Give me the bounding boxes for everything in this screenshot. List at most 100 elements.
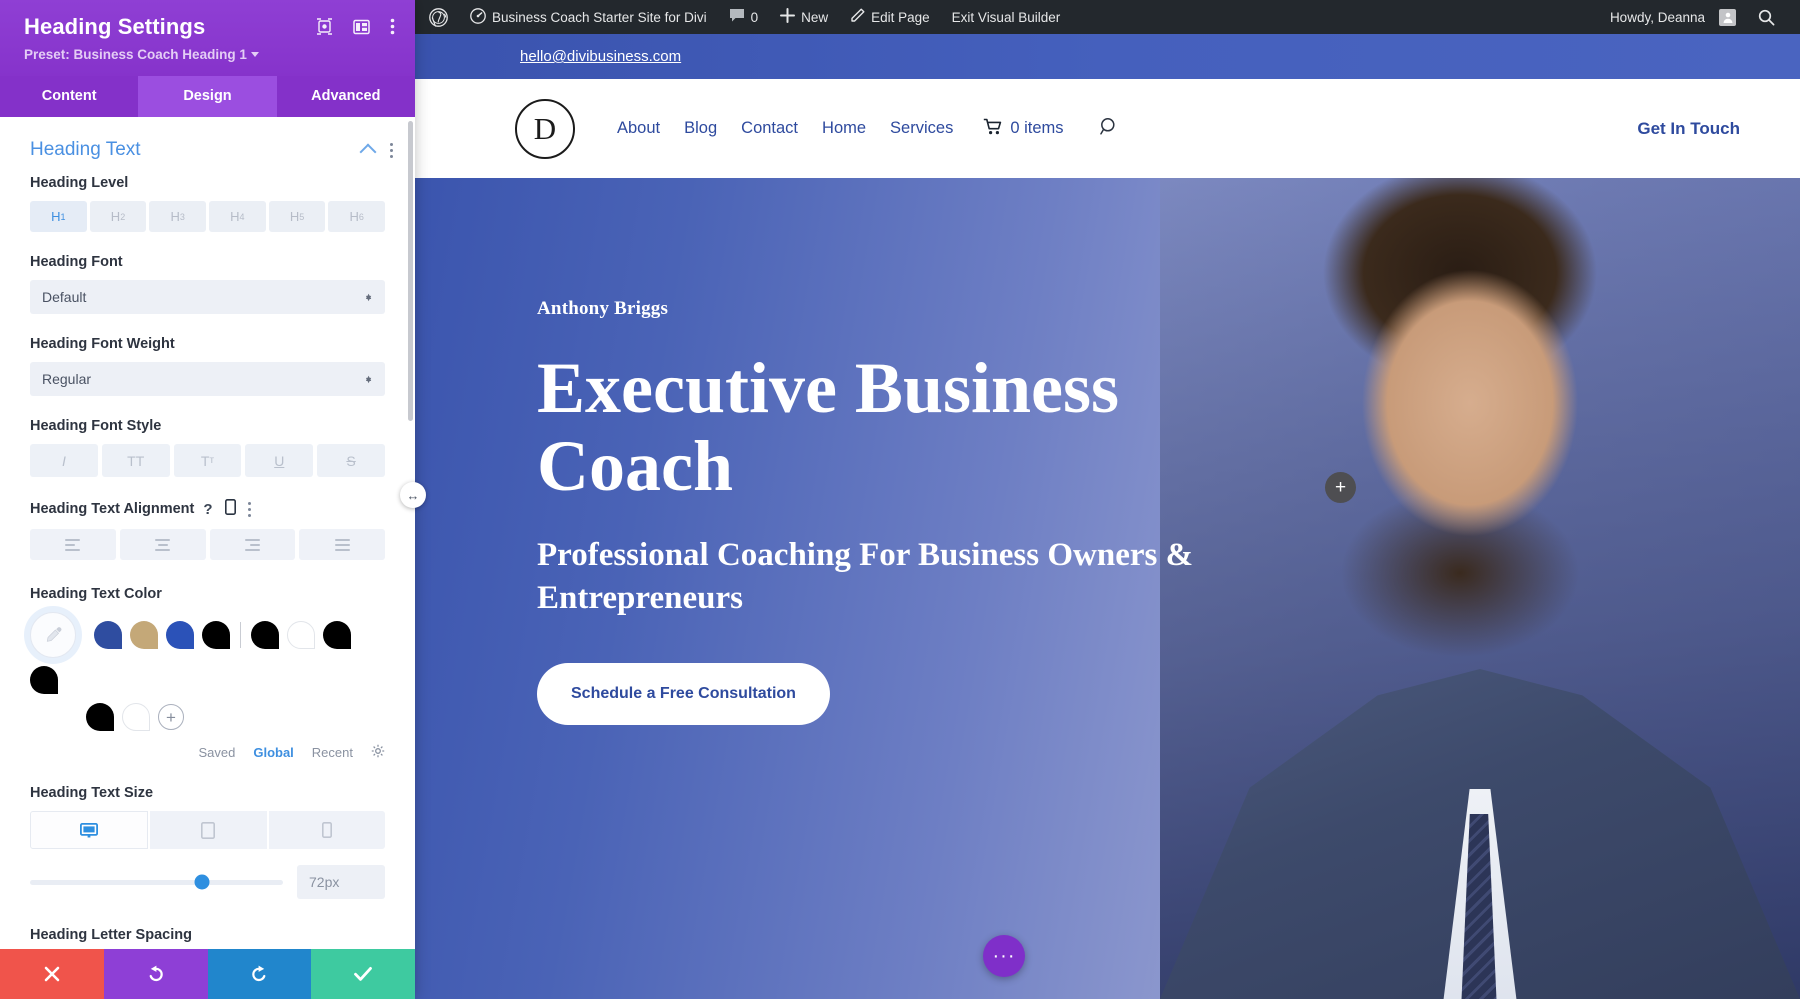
- responsive-phone-icon[interactable]: [224, 499, 236, 519]
- gear-icon[interactable]: [371, 744, 385, 761]
- device-phone-icon[interactable]: [268, 811, 385, 850]
- text-size-slider[interactable]: [30, 874, 283, 890]
- color-swatch[interactable]: [94, 621, 122, 650]
- font-style-strikethrough[interactable]: S: [317, 444, 385, 478]
- panel-preset[interactable]: Preset: Business Coach Heading 1: [24, 47, 395, 62]
- section-title: Heading Text: [30, 139, 141, 161]
- heading-level-h3[interactable]: H3: [149, 201, 207, 233]
- tab-design[interactable]: Design: [138, 76, 277, 118]
- align-left-button[interactable]: [30, 529, 116, 561]
- redo-button[interactable]: [207, 949, 312, 999]
- font-style-underline[interactable]: U: [245, 444, 314, 478]
- text-size-value[interactable]: 72px: [297, 865, 385, 900]
- tab-advanced[interactable]: Advanced: [276, 76, 415, 118]
- add-module-button[interactable]: +: [1325, 472, 1356, 503]
- nav-item-services[interactable]: Services: [890, 119, 953, 138]
- heading-font-style-label: Heading Font Style: [30, 418, 162, 435]
- device-desktop-icon[interactable]: [30, 811, 149, 850]
- comments-item[interactable]: 0: [718, 0, 770, 34]
- field-heading-font-weight: Heading Font Weight Regular ▲ ▼: [0, 336, 415, 397]
- nav-item-blog[interactable]: Blog: [684, 119, 717, 138]
- nav-item-home[interactable]: Home: [822, 119, 866, 138]
- heading-font-weight-select[interactable]: Regular ▲ ▼: [30, 362, 385, 397]
- font-style-uppercase[interactable]: TT: [101, 444, 170, 478]
- contact-email-link[interactable]: hello@divibusiness.com: [520, 48, 681, 65]
- undo-button[interactable]: [103, 949, 208, 999]
- add-color-button[interactable]: +: [158, 704, 184, 731]
- color-swatch[interactable]: [251, 621, 279, 650]
- align-justify-button[interactable]: [299, 529, 385, 561]
- panel-title: Heading Settings: [24, 14, 206, 39]
- color-swatch[interactable]: [122, 703, 150, 732]
- site-name-item[interactable]: Business Coach Starter Site for Divi: [459, 0, 718, 34]
- cart-count-label: 0 items: [1010, 119, 1064, 137]
- font-style-italic[interactable]: I: [30, 444, 98, 478]
- kebab-menu-icon[interactable]: [390, 18, 395, 35]
- color-tab-recent[interactable]: Recent: [312, 745, 353, 760]
- panel-scrollbar[interactable]: [408, 121, 413, 422]
- panel-resize-handle[interactable]: ↔: [400, 482, 426, 508]
- heading-level-h5[interactable]: H5: [268, 201, 326, 233]
- dashboard-icon: [470, 7, 486, 27]
- color-tab-global[interactable]: Global: [253, 745, 293, 760]
- save-button[interactable]: [311, 949, 415, 999]
- visual-builder-fab[interactable]: ···: [983, 935, 1025, 977]
- section-kebab-icon[interactable]: [389, 142, 393, 159]
- color-swatch[interactable]: [323, 621, 351, 650]
- site-preview: Business Coach Starter Site for Divi 0 N…: [415, 0, 1800, 999]
- nav-item-contact[interactable]: Contact: [741, 119, 798, 138]
- hero-subtitle: Professional Coaching For Business Owner…: [537, 536, 1194, 617]
- get-in-touch-button[interactable]: Get In Touch: [1637, 119, 1740, 139]
- heading-level-label: Heading Level: [30, 175, 129, 192]
- panel-header: Heading Settings Preset: Business Coach …: [0, 0, 415, 77]
- device-tablet-icon[interactable]: [150, 811, 267, 850]
- color-swatch[interactable]: [130, 621, 158, 650]
- font-style-smallcaps[interactable]: Tт: [173, 444, 242, 478]
- edit-page-label: Edit Page: [871, 9, 930, 25]
- edit-page-item[interactable]: Edit Page: [839, 0, 941, 34]
- color-swatches-row-1: [30, 612, 385, 695]
- tab-content[interactable]: Content: [0, 76, 139, 118]
- howdy-item[interactable]: Howdy, Deanna: [1599, 0, 1747, 34]
- align-right-button[interactable]: [209, 529, 296, 561]
- color-swatch[interactable]: [287, 621, 315, 650]
- panel-tabs: Content Design Advanced: [0, 76, 415, 118]
- discard-button[interactable]: [0, 949, 104, 999]
- text-size-slider-knob[interactable]: [194, 874, 210, 890]
- exit-visual-builder-item[interactable]: Exit Visual Builder: [941, 0, 1072, 34]
- focus-target-icon[interactable]: [316, 18, 333, 35]
- nav-item-about[interactable]: About: [617, 119, 660, 138]
- site-topbar: hello@divibusiness.com: [415, 34, 1800, 79]
- cart-widget[interactable]: 0 items: [983, 118, 1064, 140]
- color-tab-saved[interactable]: Saved: [198, 745, 235, 760]
- alignment-kebab-icon[interactable]: [247, 501, 252, 518]
- heading-font-select[interactable]: Default ▲ ▼: [30, 280, 385, 315]
- heading-letter-spacing-label: Heading Letter Spacing: [30, 927, 192, 944]
- heading-level-h6[interactable]: H6: [328, 201, 386, 233]
- field-heading-level: Heading Level H1 H2 H3 H4 H5 H6: [0, 175, 415, 233]
- layout-columns-icon[interactable]: [353, 19, 370, 35]
- comments-count-label: 0: [750, 9, 759, 25]
- schedule-consultation-button[interactable]: Schedule a Free Consultation: [537, 663, 830, 726]
- align-center-button[interactable]: [119, 529, 206, 561]
- heading-level-h1[interactable]: H1: [30, 201, 87, 233]
- new-item[interactable]: New: [769, 0, 839, 34]
- site-logo[interactable]: D: [515, 98, 575, 159]
- search-icon[interactable]: [1747, 0, 1786, 34]
- color-swatch[interactable]: [166, 621, 194, 650]
- search-icon[interactable]: [1099, 117, 1119, 141]
- wordpress-logo-icon[interactable]: [425, 0, 459, 34]
- color-source-tabs: Saved Global Recent: [30, 744, 385, 761]
- heading-level-h4[interactable]: H4: [209, 201, 266, 233]
- chevron-up-icon[interactable]: [359, 143, 376, 161]
- text-size-device-tabs: [30, 811, 385, 850]
- heading-font-weight-value: Regular: [42, 371, 92, 388]
- color-swatch[interactable]: [202, 621, 230, 650]
- help-icon[interactable]: ?: [203, 501, 212, 518]
- field-heading-font: Heading Font Default ▲ ▼: [0, 254, 415, 315]
- color-swatch[interactable]: [86, 703, 114, 732]
- heading-level-h2[interactable]: H2: [89, 201, 147, 233]
- color-swatch[interactable]: [30, 666, 58, 695]
- field-heading-text-color: Heading Text Color + Saved Global Recent: [0, 586, 415, 761]
- eyedropper-icon[interactable]: [30, 612, 76, 659]
